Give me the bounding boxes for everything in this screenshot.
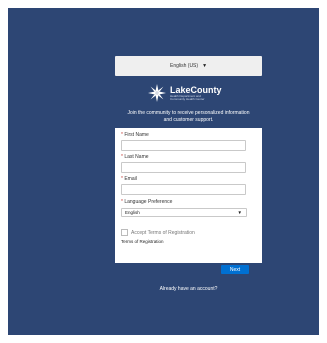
caret-down-icon: ▼ [237, 210, 242, 215]
first-name-label: * First Name [121, 132, 149, 138]
required-mark: * [121, 132, 123, 138]
intro-line1: Join the community to receive personaliz… [127, 110, 250, 116]
language-preference-select[interactable]: English ▼ [121, 208, 247, 217]
email-input[interactable] [121, 184, 246, 195]
next-button[interactable]: Next [221, 265, 249, 274]
accept-terms-checkbox[interactable] [121, 229, 128, 236]
logo-sub-line2: Community Health Center [170, 97, 205, 101]
caret-down-icon: ▼ [202, 63, 208, 69]
last-name-input[interactable] [121, 162, 246, 173]
language-selector-label: English (US) [169, 63, 199, 69]
intro-line2: and customer support. [163, 117, 214, 123]
first-name-input[interactable] [121, 140, 246, 151]
already-have-account-link[interactable]: Already have an account? [115, 286, 262, 292]
logo-brand: LakeCounty [170, 84, 222, 95]
language-preference-value: English [125, 210, 140, 215]
registration-form: * First Name * Last Name * Email * Langu… [115, 128, 262, 263]
intro-text: Join the community to receive personaliz… [115, 110, 262, 124]
logo: LakeCounty Health Department and Communi… [148, 80, 258, 106]
last-name-label: * Last Name [121, 154, 149, 160]
required-mark: * [121, 176, 123, 182]
terms-link[interactable]: Terms of Registration [121, 239, 164, 244]
language-preference-label: * Language Preference [121, 199, 173, 205]
required-mark: * [121, 154, 123, 160]
accept-terms-label: Accept Terms of Registration [131, 229, 195, 236]
star-burst-icon [148, 84, 166, 102]
language-selector[interactable]: English (US) ▼ [115, 56, 262, 76]
accept-terms-row[interactable]: Accept Terms of Registration [121, 229, 195, 236]
required-mark: * [121, 199, 123, 205]
email-label: * Email [121, 176, 137, 182]
